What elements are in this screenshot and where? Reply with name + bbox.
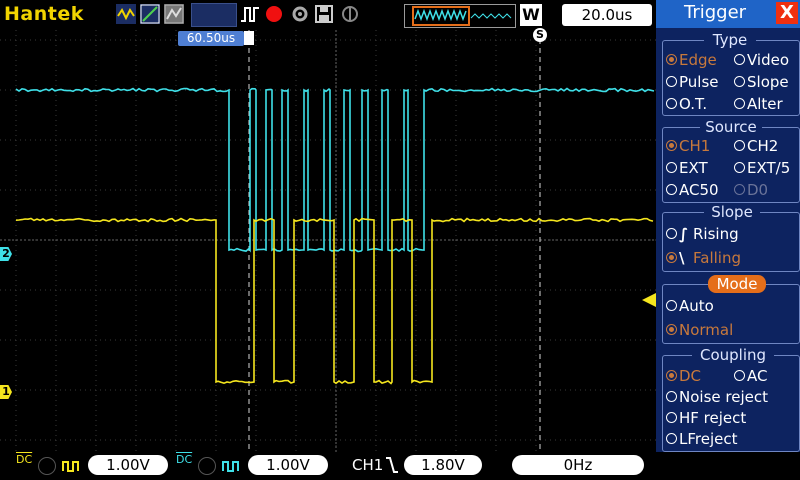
type-option-slope[interactable]: Slope bbox=[734, 73, 789, 91]
slope-title: Slope bbox=[704, 203, 760, 221]
cursor-position-marker[interactable] bbox=[244, 31, 254, 45]
ch1-coupling-label[interactable]: DC bbox=[16, 455, 32, 465]
falling-slope-icon bbox=[384, 456, 400, 478]
slope-mode-icon[interactable] bbox=[140, 4, 160, 24]
pulse-icon[interactable] bbox=[240, 4, 260, 24]
save-icon[interactable] bbox=[314, 4, 334, 24]
usb-icon[interactable] bbox=[340, 4, 360, 24]
ch2-probe-icon bbox=[222, 458, 242, 477]
source-option-ch1[interactable]: CH1 bbox=[666, 137, 710, 155]
record-icon[interactable] bbox=[264, 4, 284, 24]
panel-title: Trigger bbox=[684, 2, 746, 23]
ch1-probe-icon bbox=[62, 458, 82, 477]
type-option-ot[interactable]: O.T. bbox=[666, 95, 707, 113]
coupling-option-hf-reject[interactable]: HF reject bbox=[666, 409, 746, 427]
type-option-pulse[interactable]: Pulse bbox=[666, 73, 719, 91]
trigger-menu-panel: Trigger X Type Edge Video Pulse Slope O.… bbox=[656, 0, 800, 452]
trigger-level-value[interactable]: 1.80V bbox=[404, 455, 482, 475]
type-option-edge[interactable]: Edge bbox=[666, 51, 717, 69]
status-box bbox=[191, 3, 237, 27]
timebase-display[interactable]: 20.0us bbox=[562, 4, 652, 26]
ch2-coupling-label[interactable]: DC bbox=[176, 455, 192, 465]
source-option-ac50[interactable]: AC50 bbox=[666, 181, 719, 199]
memory-position-bar[interactable] bbox=[404, 4, 516, 28]
trigger-source-label[interactable]: CH1 bbox=[352, 455, 383, 475]
window-mode-badge[interactable]: W bbox=[520, 4, 542, 26]
close-button[interactable]: X bbox=[776, 2, 798, 24]
type-option-video[interactable]: Video bbox=[734, 51, 789, 69]
waveform-acquire-icon[interactable] bbox=[116, 4, 136, 24]
type-title: Type bbox=[704, 31, 756, 49]
rising-edge-icon: ∫ bbox=[679, 225, 693, 243]
settings-icon[interactable] bbox=[290, 4, 310, 24]
brand-logo: Hantek bbox=[4, 3, 84, 25]
coupling-title: Coupling bbox=[692, 346, 774, 364]
source-option-ext[interactable]: EXT bbox=[666, 159, 708, 177]
ch2-volts-div[interactable]: 1.00V bbox=[248, 455, 328, 475]
mode-option-auto[interactable]: Auto bbox=[666, 297, 714, 315]
cursor-time-label: 60.50us bbox=[178, 31, 244, 46]
ch1-volts-div[interactable]: 1.00V bbox=[88, 455, 168, 475]
mode-option-normal[interactable]: Normal bbox=[666, 321, 733, 339]
source-option-ext5[interactable]: EXT/5 bbox=[734, 159, 790, 177]
ch1-bandwidth-icon bbox=[38, 457, 56, 475]
coupling-option-lf-reject[interactable]: LFreject bbox=[666, 430, 737, 448]
type-option-alter[interactable]: Alter bbox=[734, 95, 783, 113]
mode-title: Mode bbox=[708, 275, 766, 293]
coupling-option-dc[interactable]: DC bbox=[666, 367, 701, 385]
slope-option-rising[interactable]: ∫ Rising bbox=[666, 225, 739, 243]
coupling-option-ac[interactable]: AC bbox=[734, 367, 767, 385]
falling-edge-icon: \ bbox=[679, 249, 693, 267]
source-option-d0[interactable]: D0 bbox=[734, 181, 768, 199]
source-title: Source bbox=[700, 118, 762, 136]
waveform-display[interactable] bbox=[0, 30, 656, 452]
ch2-bandwidth-icon bbox=[198, 457, 216, 475]
panel-header: Trigger X bbox=[656, 0, 800, 28]
waveform-svg bbox=[0, 30, 656, 452]
coupling-option-noise-reject[interactable]: Noise reject bbox=[666, 388, 768, 406]
frequency-readout: 0Hz bbox=[512, 455, 644, 475]
slope-option-falling[interactable]: \ Falling bbox=[666, 249, 741, 267]
source-option-ch2[interactable]: CH2 bbox=[734, 137, 778, 155]
persistence-icon[interactable] bbox=[164, 4, 184, 24]
trigger-position-marker[interactable]: S bbox=[533, 28, 547, 42]
